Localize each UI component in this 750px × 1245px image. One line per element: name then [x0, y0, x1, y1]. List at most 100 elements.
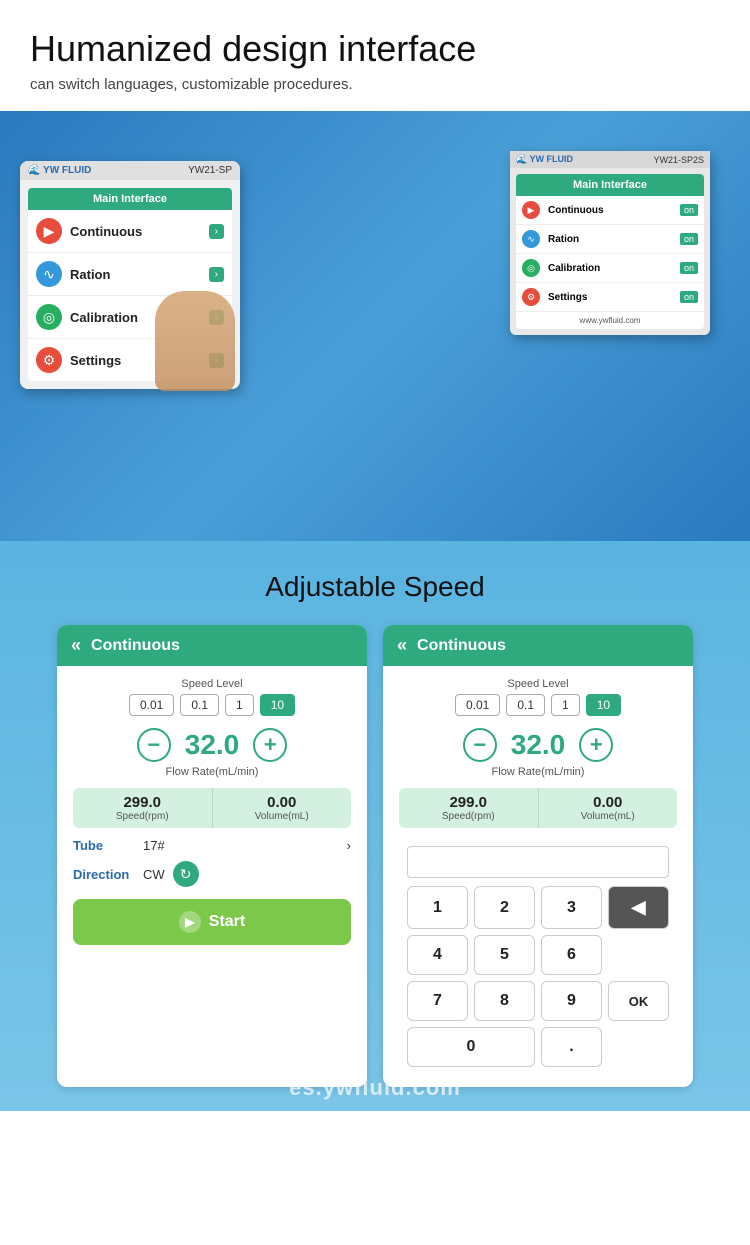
menu-item-continuous-left[interactable]: ▶ Continuous › [28, 210, 232, 253]
panel-header-left: « Continuous [57, 625, 367, 666]
panels-row: « Continuous Speed Level 0.01 0.1 1 10 −… [20, 625, 730, 1087]
num-btn-4[interactable]: 4 [407, 935, 468, 975]
tube-value-left: 17# [143, 838, 347, 853]
speed-btn-001-left[interactable]: 0.01 [129, 694, 174, 716]
rpm-value-left: 299.0 [81, 794, 204, 811]
settings-toggle-right: on [680, 291, 698, 303]
numpad-display[interactable] [407, 846, 669, 878]
device-right: 🌊 YW FLUID YW21-SP2S Main Interface ▶ Co… [510, 151, 710, 335]
speed-btn-01-left[interactable]: 0.1 [180, 694, 219, 716]
hand-left [155, 291, 235, 391]
ration-label-right: Ration [548, 234, 680, 245]
bottom-section: Adjustable Speed « Continuous Speed Leve… [0, 541, 750, 1111]
continuous-arrow-left: › [209, 224, 224, 239]
num-btn-0[interactable]: 0 [407, 1027, 535, 1067]
menu-item-ration-left[interactable]: ∿ Ration › [28, 253, 232, 296]
numpad-area: 1 2 3 ◀ 4 5 6 7 8 9 OK 0 . [399, 838, 677, 1075]
num-btn-dot[interactable]: . [541, 1027, 602, 1067]
speed-btn-10-left[interactable]: 10 [260, 694, 295, 716]
volume-value-left: 0.00 [221, 794, 344, 811]
speed-level-label-left: Speed Level [73, 678, 351, 690]
ration-toggle-right: on [680, 233, 698, 245]
speed-btn-1-right[interactable]: 1 [551, 694, 580, 716]
flow-minus-right[interactable]: − [463, 728, 497, 762]
continuous-label-left: Continuous [70, 224, 209, 239]
start-button-left[interactable]: ▶ Start [73, 899, 351, 945]
calibration-toggle-right: on [680, 262, 698, 274]
volume-label-right: Volume(mL) [547, 811, 670, 822]
num-btn-7[interactable]: 7 [407, 981, 468, 1021]
flow-control-right: − 32.0 + [399, 728, 677, 762]
num-btn-2[interactable]: 2 [474, 886, 535, 929]
num-btn-9[interactable]: 9 [541, 981, 602, 1021]
num-btn-8[interactable]: 8 [474, 981, 535, 1021]
rpm-label-left: Speed(rpm) [81, 811, 204, 822]
stat-volume-right: 0.00 Volume(mL) [538, 788, 678, 828]
dir-icon-left[interactable]: ↻ [173, 861, 199, 887]
panel-body-left: Speed Level 0.01 0.1 1 10 − 32.0 + Flow … [57, 666, 367, 957]
menu-item-settings-right[interactable]: ⚙ Settings on [516, 283, 704, 312]
settings-icon-left: ⚙ [36, 347, 62, 373]
start-label: Start [209, 913, 245, 931]
volume-value-right: 0.00 [547, 794, 670, 811]
stats-row-right: 299.0 Speed(rpm) 0.00 Volume(mL) [399, 788, 677, 828]
tube-row-left: Tube 17# › [73, 838, 351, 853]
bottom-title: Adjustable Speed [20, 571, 730, 603]
control-panel-right: « Continuous Speed Level 0.01 0.1 1 10 −… [383, 625, 693, 1087]
menu-item-continuous-right[interactable]: ▶ Continuous on [516, 196, 704, 225]
num-btn-ok[interactable]: OK [608, 981, 669, 1021]
speed-btn-01-right[interactable]: 0.1 [506, 694, 545, 716]
flow-value-right: 32.0 [511, 729, 566, 761]
speed-buttons-right: 0.01 0.1 1 10 [399, 694, 677, 716]
stats-row-left: 299.0 Speed(rpm) 0.00 Volume(mL) [73, 788, 351, 828]
stat-rpm-left: 299.0 Speed(rpm) [73, 788, 212, 828]
num-btn-3[interactable]: 3 [541, 886, 602, 929]
website-right: www.ywfluid.com [516, 312, 704, 329]
num-btn-backspace[interactable]: ◀ [608, 886, 669, 929]
tube-label-left: Tube [73, 838, 143, 853]
screen-header-right: Main Interface [516, 174, 704, 196]
back-icon-right[interactable]: « [397, 635, 407, 656]
num-btn-6[interactable]: 6 [541, 935, 602, 975]
flow-control-left: − 32.0 + [73, 728, 351, 762]
num-btn-5[interactable]: 5 [474, 935, 535, 975]
settings-label-right: Settings [548, 292, 680, 303]
continuous-icon-right: ▶ [522, 201, 540, 219]
photo-section: 🌊 YW FLUID YW21-SP Main Interface ▶ Cont… [0, 111, 750, 541]
brand-left: 🌊 YW FLUID [28, 165, 91, 176]
calibration-icon-left: ◎ [36, 304, 62, 330]
menu-item-calibration-right[interactable]: ◎ Calibration on [516, 254, 704, 283]
tube-arrow-left[interactable]: › [347, 838, 351, 853]
speed-btn-10-right[interactable]: 10 [586, 694, 621, 716]
rpm-label-right: Speed(rpm) [407, 811, 530, 822]
num-btn-1[interactable]: 1 [407, 886, 468, 929]
volume-label-left: Volume(mL) [221, 811, 344, 822]
menu-item-ration-right[interactable]: ∿ Ration on [516, 225, 704, 254]
dir-value-left: CW [143, 867, 165, 882]
page-title: Humanized design interface [30, 28, 720, 70]
page-subtitle: can switch languages, customizable proce… [30, 76, 720, 93]
panel-header-right: « Continuous [383, 625, 693, 666]
panel-title-right: Continuous [417, 637, 506, 655]
rpm-value-right: 299.0 [407, 794, 530, 811]
start-play-icon: ▶ [179, 911, 201, 933]
speed-btn-001-right[interactable]: 0.01 [455, 694, 500, 716]
stat-volume-left: 0.00 Volume(mL) [212, 788, 352, 828]
panel-title-left: Continuous [91, 637, 180, 655]
flow-plus-left[interactable]: + [253, 728, 287, 762]
ration-icon-left: ∿ [36, 261, 62, 287]
flow-label-right: Flow Rate(mL/min) [399, 766, 677, 778]
flow-minus-left[interactable]: − [137, 728, 171, 762]
stat-rpm-right: 299.0 Speed(rpm) [399, 788, 538, 828]
speed-btn-1-left[interactable]: 1 [225, 694, 254, 716]
ration-arrow-left: › [209, 267, 224, 282]
back-icon-left[interactable]: « [71, 635, 81, 656]
ration-label-left: Ration [70, 267, 209, 282]
brand-right: 🌊 YW FLUID [516, 154, 573, 165]
top-section: Humanized design interface can switch la… [0, 0, 750, 111]
continuous-label-right: Continuous [548, 205, 680, 216]
settings-icon-right: ⚙ [522, 288, 540, 306]
flow-plus-right[interactable]: + [579, 728, 613, 762]
continuous-icon-left: ▶ [36, 218, 62, 244]
speed-level-label-right: Speed Level [399, 678, 677, 690]
